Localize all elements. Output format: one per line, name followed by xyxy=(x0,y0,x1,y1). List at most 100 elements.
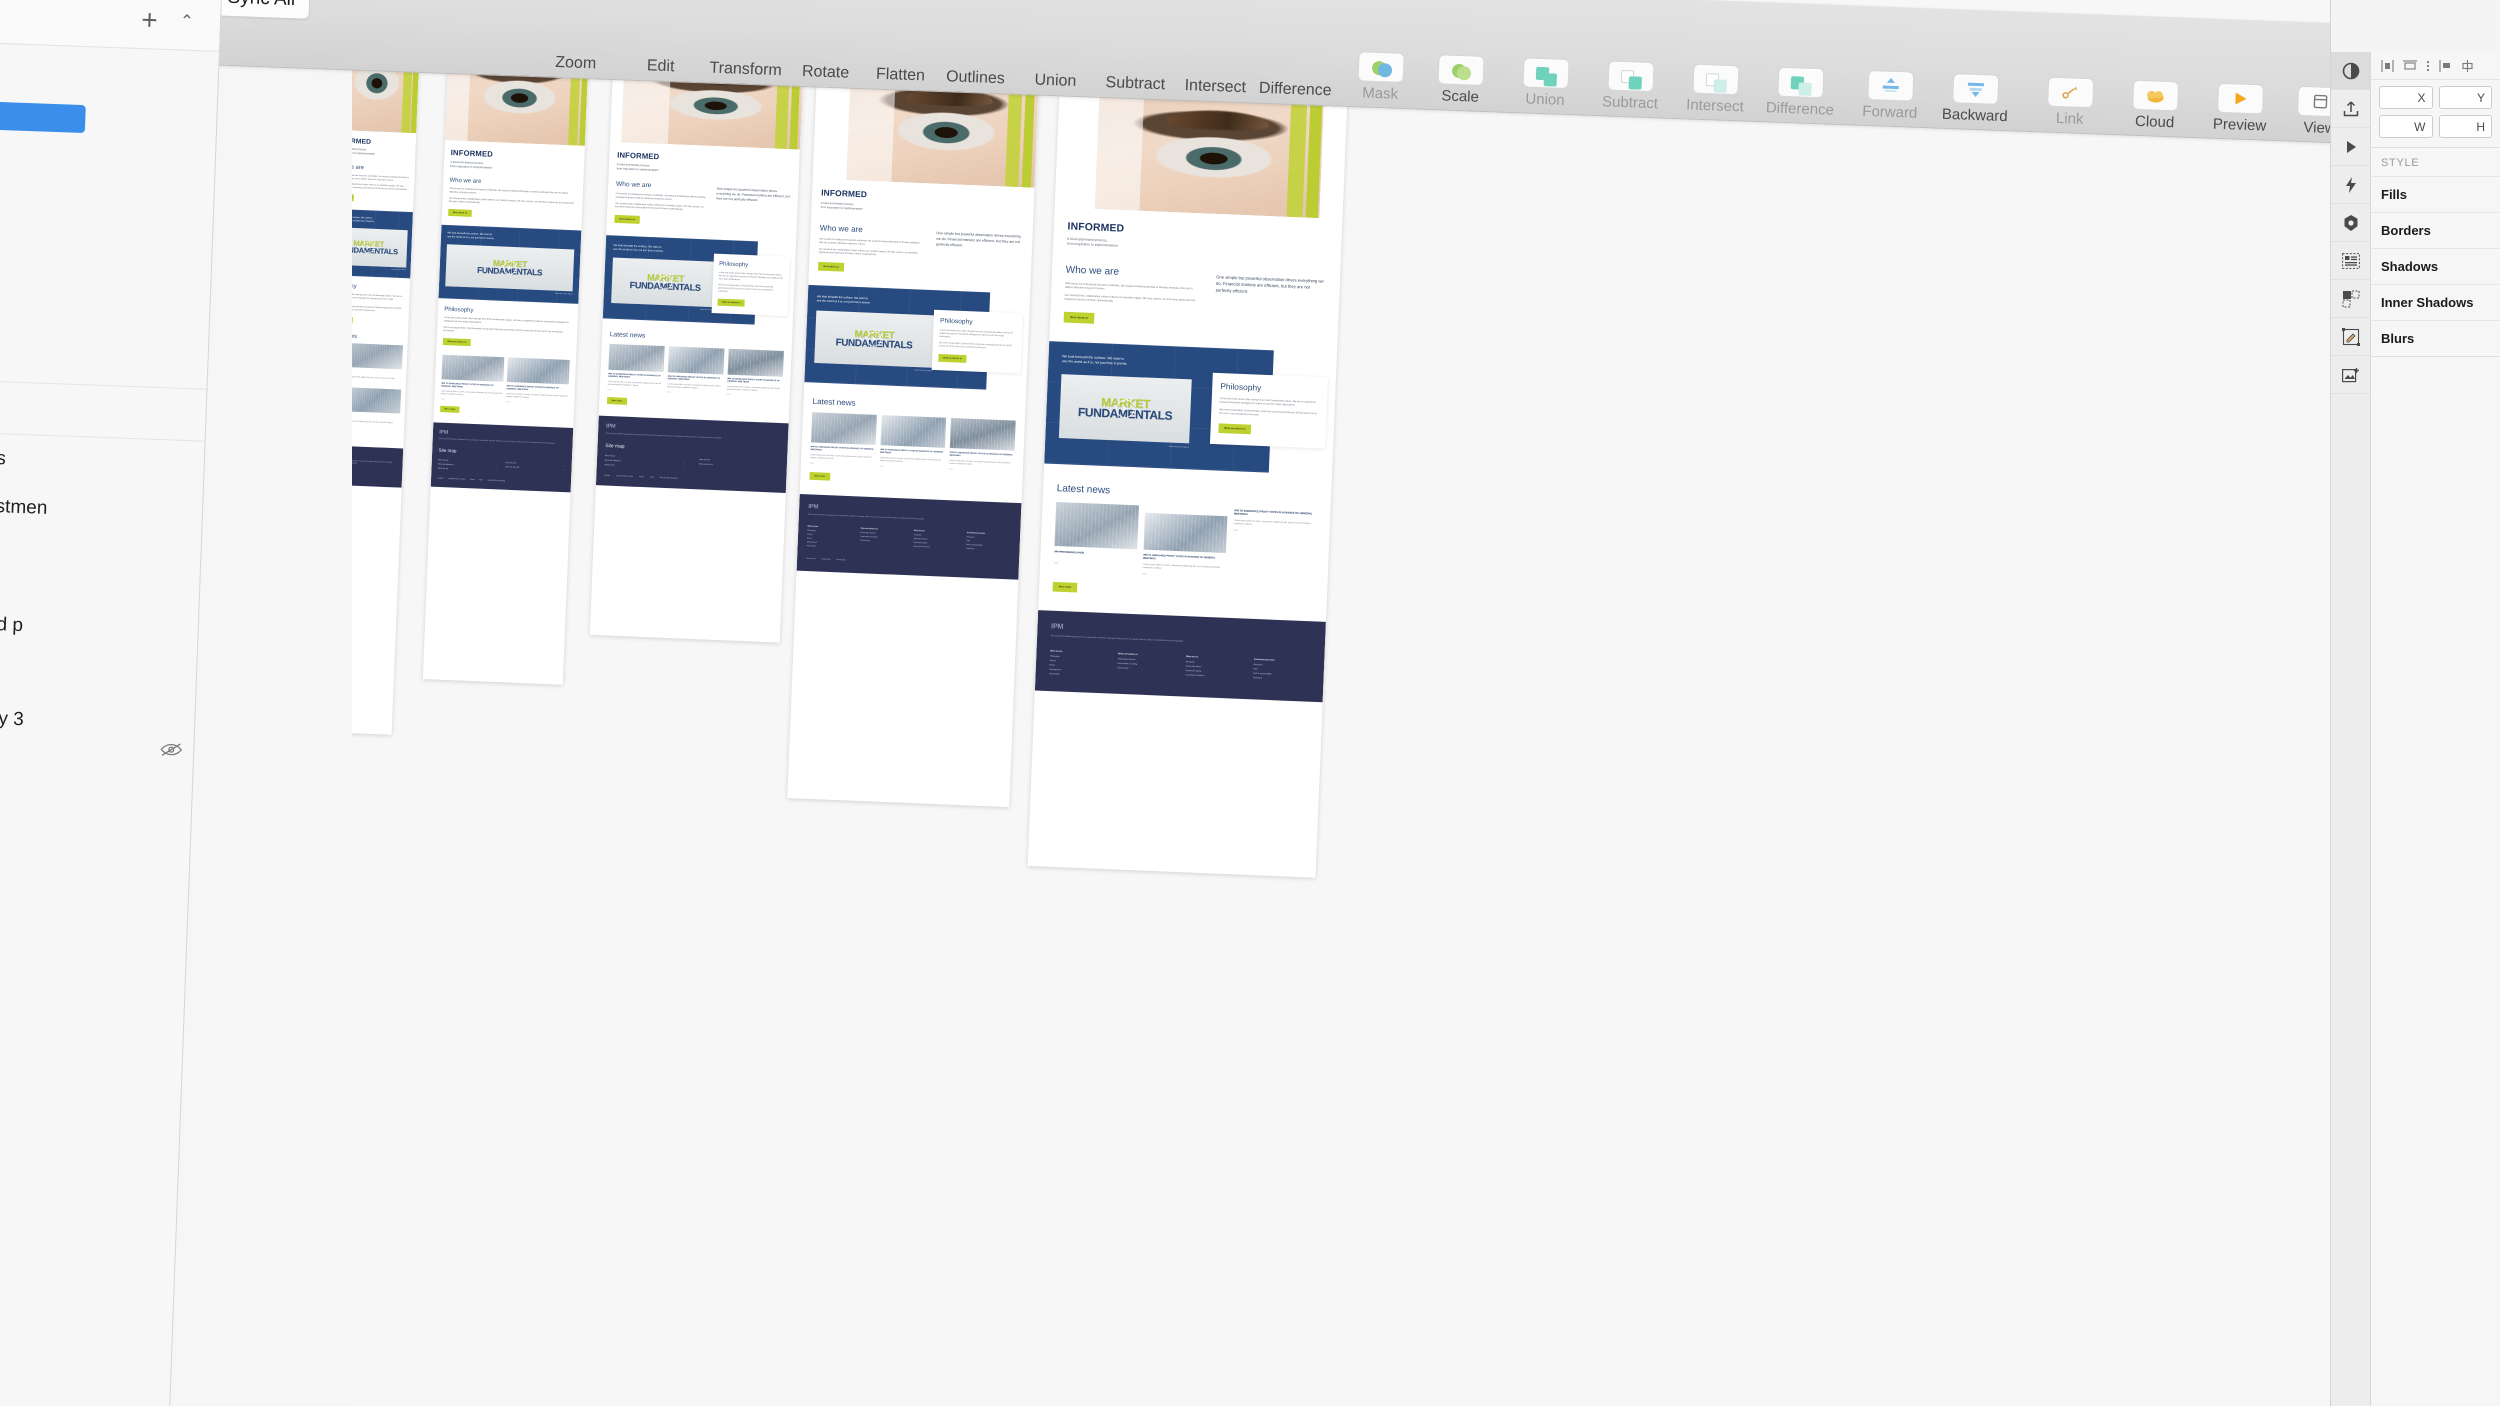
toolbar-button-transform[interactable]: Transform xyxy=(703,59,788,80)
footer-link[interactable]: Partnership xyxy=(1049,672,1106,677)
toolbar-button-backward-2[interactable]: Backward xyxy=(1932,72,2018,125)
chevron-down-icon[interactable]: ⌄ xyxy=(496,470,498,472)
news-card[interactable]: IPM TO ANNOUNCE PROXY VOTES IN ADVANCE O… xyxy=(879,415,947,470)
footer-link[interactable]: Privacy policy xyxy=(821,558,831,560)
news-card[interactable]: LATEST NEWS TITLE Lorem ipsum dolor sit … xyxy=(352,386,402,428)
sitemap-link[interactable]: What we do ⌄ xyxy=(604,464,684,469)
footer-link[interactable]: German Tax Reporting xyxy=(488,479,506,482)
artboard-home-desktop[interactable]: Home - Desktop IPM xyxy=(787,25,1041,808)
more-news-button[interactable]: More news xyxy=(1052,581,1078,593)
inspector-content[interactable]: X Y W H STYLE Fills Borders Shadows Inne… xyxy=(2371,52,2500,1406)
gear-icon[interactable] xyxy=(2331,204,2370,242)
more-about-us-button[interactable]: More about us xyxy=(614,214,641,224)
flash-icon[interactable] xyxy=(2331,166,2370,204)
blurs-section[interactable]: Blurs xyxy=(2371,320,2500,356)
footer-link[interactable]: Cookie policy xyxy=(836,558,845,560)
layer-row[interactable]: estmen xyxy=(0,496,48,520)
more-about-us-button[interactable]: More about us xyxy=(818,261,845,272)
video-thumbnail[interactable]: MARKET FUNDAMENTALS xyxy=(1058,374,1192,444)
toolbar-button-union-2[interactable]: Union xyxy=(1503,57,1589,110)
video-thumbnail[interactable]: MARKET FUNDAMENTALS xyxy=(352,227,408,268)
layer-row[interactable]: ted p xyxy=(0,614,23,638)
sitemap-link[interactable]: Who we do it for ⌄ xyxy=(699,463,779,468)
footer-link[interactable]: Reporting xyxy=(1253,676,1310,681)
chevron-down-icon[interactable]: ⌄ xyxy=(778,462,780,464)
inspector-panel[interactable]: X Y W H STYLE Fills Borders Shadows Inne… xyxy=(2330,0,2500,1406)
what-we-believe-in-button[interactable]: What we believe in xyxy=(352,315,353,324)
chevron-down-icon[interactable]: ⌄ xyxy=(777,466,779,468)
w-field[interactable]: W xyxy=(2379,115,2433,138)
news-card[interactable]: IPM TO ANNOUNCE PROXY VOTES IN ADVANCE O… xyxy=(810,412,877,468)
chevron-up-icon[interactable]: ⌃ xyxy=(179,11,194,32)
align-middle-icon[interactable] xyxy=(2461,59,2474,72)
toolbar-button-mask-2[interactable]: Mask xyxy=(1338,51,1424,104)
more-news-button[interactable]: More news xyxy=(606,396,628,405)
fills-section[interactable]: Fills xyxy=(2371,176,2500,212)
news-card[interactable]: IPM TO ANNOUNCE PROXY VOTES IN ADVANCE O… xyxy=(667,346,725,396)
footer-link[interactable]: Contact xyxy=(437,477,443,479)
add-image-icon[interactable] xyxy=(2331,356,2370,394)
artboard-home-desktop-hd[interactable]: Home - Desktop HD IPM Menu xyxy=(1027,41,1350,878)
footer-link[interactable]: Customised solutions xyxy=(1185,674,1242,679)
sitemap-link[interactable]: What we do ⌄ xyxy=(438,467,498,472)
toolbar-button-preview-2[interactable]: Preview xyxy=(2197,82,2283,135)
news-card[interactable]: IPM TO ANNOUNCE PROXY VOTES IN ADVANCE O… xyxy=(726,348,784,398)
toolbar-button-subtract-2[interactable]: Subtract xyxy=(1588,60,1674,113)
canvas-area[interactable]: Home - mobile IPM xyxy=(352,0,2342,1406)
align-top-icon[interactable] xyxy=(2439,59,2452,72)
align-center-h-icon[interactable] xyxy=(2403,59,2417,72)
artboard-home-tablet[interactable]: Home - Tablet IPM xyxy=(589,12,805,643)
selected-layer-row[interactable] xyxy=(0,91,86,134)
artboard-frame[interactable]: IPM xyxy=(787,50,1040,808)
footer-link[interactable]: Legal & Terms of Use xyxy=(616,475,633,478)
footer-link[interactable]: Reporting xyxy=(966,547,1010,551)
chevron-down-icon[interactable]: ⌄ xyxy=(683,467,685,469)
sitemap-link[interactable]: Who we do it for ⌄ xyxy=(505,466,565,471)
what-we-believe-in-button[interactable]: What we believe in xyxy=(717,298,745,307)
h-field[interactable]: H xyxy=(2438,115,2492,138)
artboard-frame[interactable]: IPM Menu xyxy=(1027,66,1349,878)
eye-slash-icon[interactable] xyxy=(160,742,183,757)
video-thumbnail[interactable]: MARKET FUNDAMENTALS xyxy=(814,310,935,368)
contrast-icon[interactable] xyxy=(2331,52,2370,90)
layers-panel[interactable]: + ⌃ ss estmen ted p opy 3 xyxy=(0,0,222,1406)
news-card[interactable]: IPM TO ANNOUNCE PROXY VOTES IN ADVANCE O… xyxy=(1142,512,1228,579)
toolbar-button-subtract[interactable]: Subtract xyxy=(1093,74,1178,95)
more-about-us-button[interactable]: More about us xyxy=(448,208,472,217)
footer-link[interactable]: Partnership xyxy=(807,545,851,549)
footer-link[interactable]: Legal & Terms of Use xyxy=(448,477,465,480)
footer-link[interactable]: German Tax Reporting xyxy=(660,477,678,480)
export-icon[interactable] xyxy=(2331,90,2370,128)
position-fields-row[interactable]: X Y xyxy=(2371,80,2500,109)
news-card[interactable]: IPM PRESSMEDDELANDE 2020 xyxy=(1053,502,1139,568)
news-card[interactable]: IPM TO ANNOUNCE PROXY VOTES IN ADVANCE O… xyxy=(949,418,1016,473)
toolbar-button-link-2[interactable]: Link xyxy=(2027,76,2113,129)
toolbar-button-forward-2[interactable]: Forward xyxy=(1848,69,1934,122)
toolbar-button-rotate[interactable]: Rotate xyxy=(783,62,868,83)
footer-link[interactable]: Outsourcing xyxy=(860,539,904,543)
toolbar-button-flatten[interactable]: Flatten xyxy=(858,65,943,86)
chevron-down-icon[interactable]: ⌄ xyxy=(496,465,498,467)
news-card[interactable]: IPM TO ANNOUNCE PROXY VOTES IN ADVANCE O… xyxy=(1233,509,1317,536)
inspector-rail[interactable] xyxy=(2331,52,2371,1406)
toolbar-button-intersect-2[interactable]: Intersect xyxy=(1673,63,1759,116)
inner-shadows-section[interactable]: Inner Shadows xyxy=(2371,284,2500,320)
artboard-frame[interactable]: IPM xyxy=(589,38,805,643)
news-card[interactable]: LATEST NEWS TITLE Lorem ipsum dolor sit … xyxy=(352,342,403,384)
toolbar-button-edit[interactable]: Edit xyxy=(618,56,703,77)
toolbar-button-difference-2[interactable]: Difference xyxy=(1758,66,1844,119)
toolbar-button-scale-2[interactable]: Scale xyxy=(1418,54,1504,107)
footer-link[interactable]: Contact xyxy=(604,474,610,476)
borders-section[interactable]: Borders xyxy=(2371,212,2500,248)
text-layout-icon[interactable] xyxy=(2331,242,2370,280)
layer-row[interactable]: ss xyxy=(0,448,6,471)
footer-link[interactable]: Press xyxy=(639,476,644,478)
artboard-home-mobile-xl[interactable]: Home - Mobile xl IPM xyxy=(422,2,591,685)
footer-link[interactable]: KIID xyxy=(479,479,482,481)
y-field[interactable]: Y xyxy=(2438,86,2492,109)
footer-link[interactable]: Customised solutions xyxy=(913,545,957,549)
news-card[interactable]: IPM TO ANNOUNCE PROXY VOTES IN ADVANCE O… xyxy=(607,343,665,393)
what-we-believe-in-button[interactable]: What we believe in xyxy=(938,354,967,363)
what-we-believe-in-button[interactable]: What we believe in xyxy=(442,338,471,347)
layers-panel-toolbar[interactable]: + ⌃ xyxy=(0,0,222,52)
